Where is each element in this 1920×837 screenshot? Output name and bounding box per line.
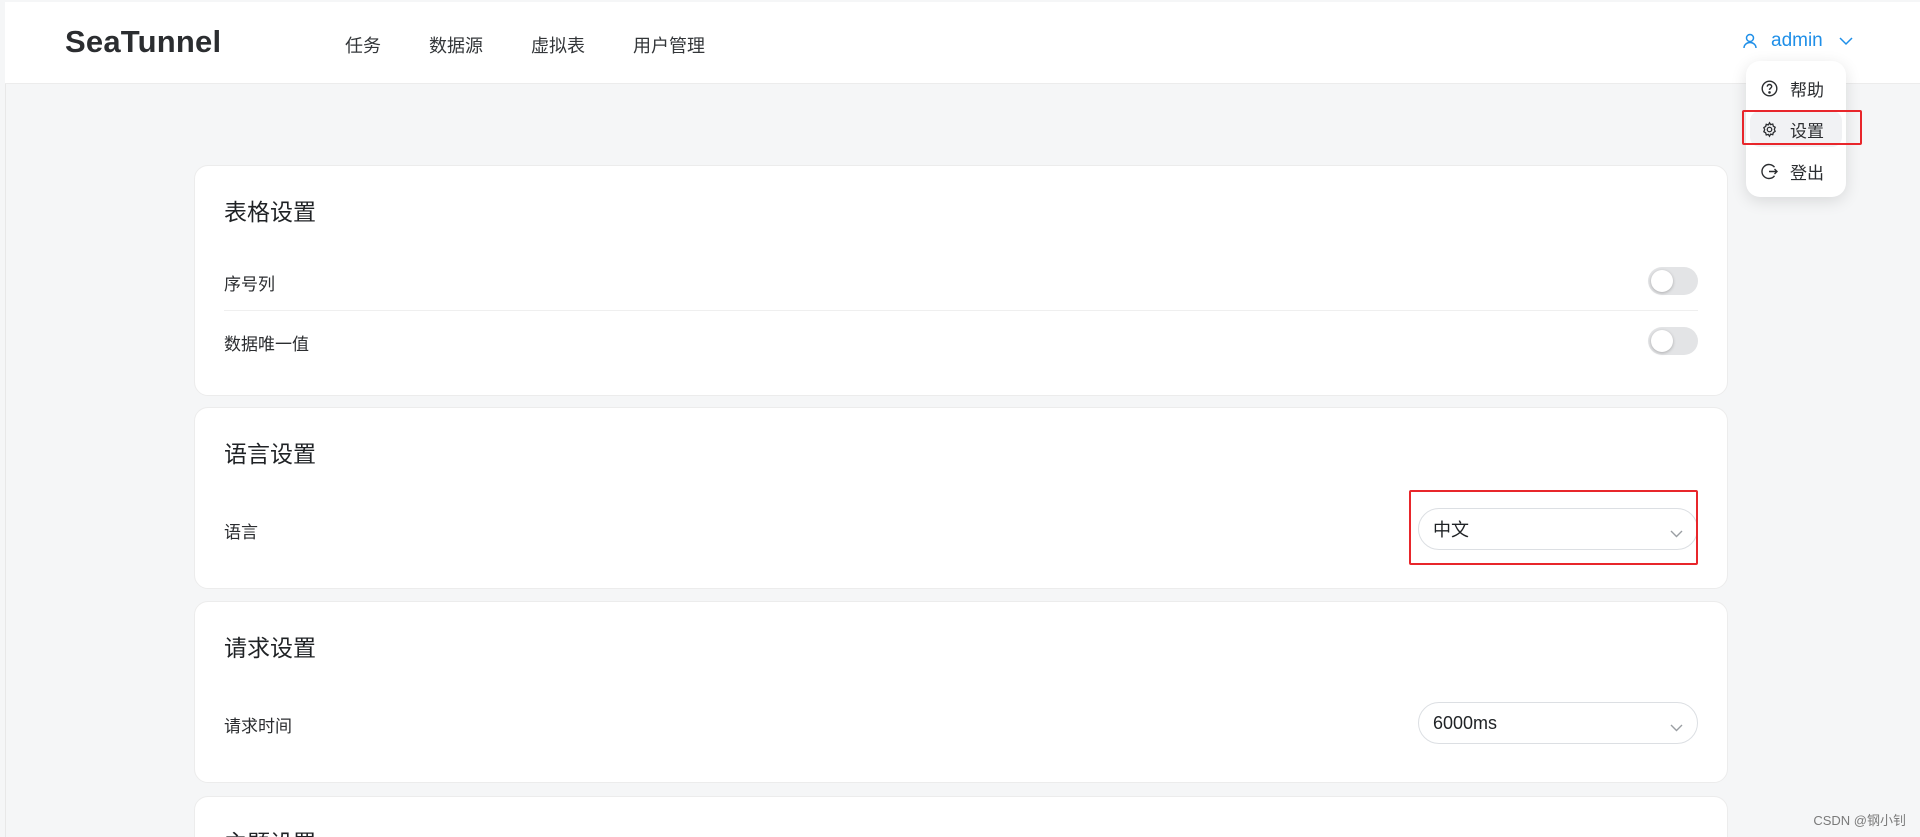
chevron-down-icon <box>1839 36 1853 46</box>
app-logo[interactable]: SeaTunnel <box>65 24 221 60</box>
card-title: 主题设置 <box>224 824 316 837</box>
nav-item-user-management[interactable]: 用户管理 <box>633 32 705 58</box>
toggle-knob <box>1651 330 1673 352</box>
main-nav: 任务 数据源 虚拟表 用户管理 <box>345 32 753 58</box>
divider <box>224 310 1698 311</box>
setting-label-request-time: 请求时间 <box>224 717 292 737</box>
watermark: CSDN @钢小钊 <box>1813 813 1906 828</box>
table-settings-card: 表格设置 序号列 数据唯一值 <box>194 165 1728 396</box>
card-title: 语言设置 <box>224 442 316 468</box>
menu-item-label: 登出 <box>1790 163 1824 184</box>
toggle-index-column[interactable] <box>1648 267 1698 295</box>
nav-item-virtual-table[interactable]: 虚拟表 <box>531 32 585 58</box>
user-menu-trigger[interactable]: admin <box>1743 30 1853 52</box>
setting-label-unique-value: 数据唯一值 <box>224 335 309 355</box>
help-circle-icon <box>1760 79 1778 97</box>
top-header: SeaTunnel 任务 数据源 虚拟表 用户管理 admin <box>5 2 1920 84</box>
nav-item-tasks[interactable]: 任务 <box>345 32 381 58</box>
setting-label-index-column: 序号列 <box>224 275 275 295</box>
highlight-box-settings <box>1742 110 1862 145</box>
menu-item-logout[interactable]: 登出 <box>1746 153 1846 189</box>
highlight-box-language <box>1409 490 1698 565</box>
request-time-select[interactable]: 6000ms <box>1418 702 1698 744</box>
user-name: admin <box>1771 30 1823 51</box>
user-icon <box>1743 33 1757 49</box>
toggle-knob <box>1651 270 1673 292</box>
menu-item-label: 帮助 <box>1790 80 1824 101</box>
chevron-down-icon <box>1670 717 1683 736</box>
nav-item-datasource[interactable]: 数据源 <box>429 32 483 58</box>
setting-label-language: 语言 <box>224 523 258 543</box>
card-title: 表格设置 <box>224 200 316 226</box>
logout-icon <box>1760 162 1778 180</box>
request-settings-card: 请求设置 请求时间 6000ms <box>194 601 1728 783</box>
select-value: 6000ms <box>1433 712 1498 733</box>
menu-item-help[interactable]: 帮助 <box>1746 70 1846 106</box>
card-title: 请求设置 <box>224 636 316 662</box>
theme-settings-card: 主题设置 <box>194 796 1728 837</box>
toggle-unique-value[interactable] <box>1648 327 1698 355</box>
